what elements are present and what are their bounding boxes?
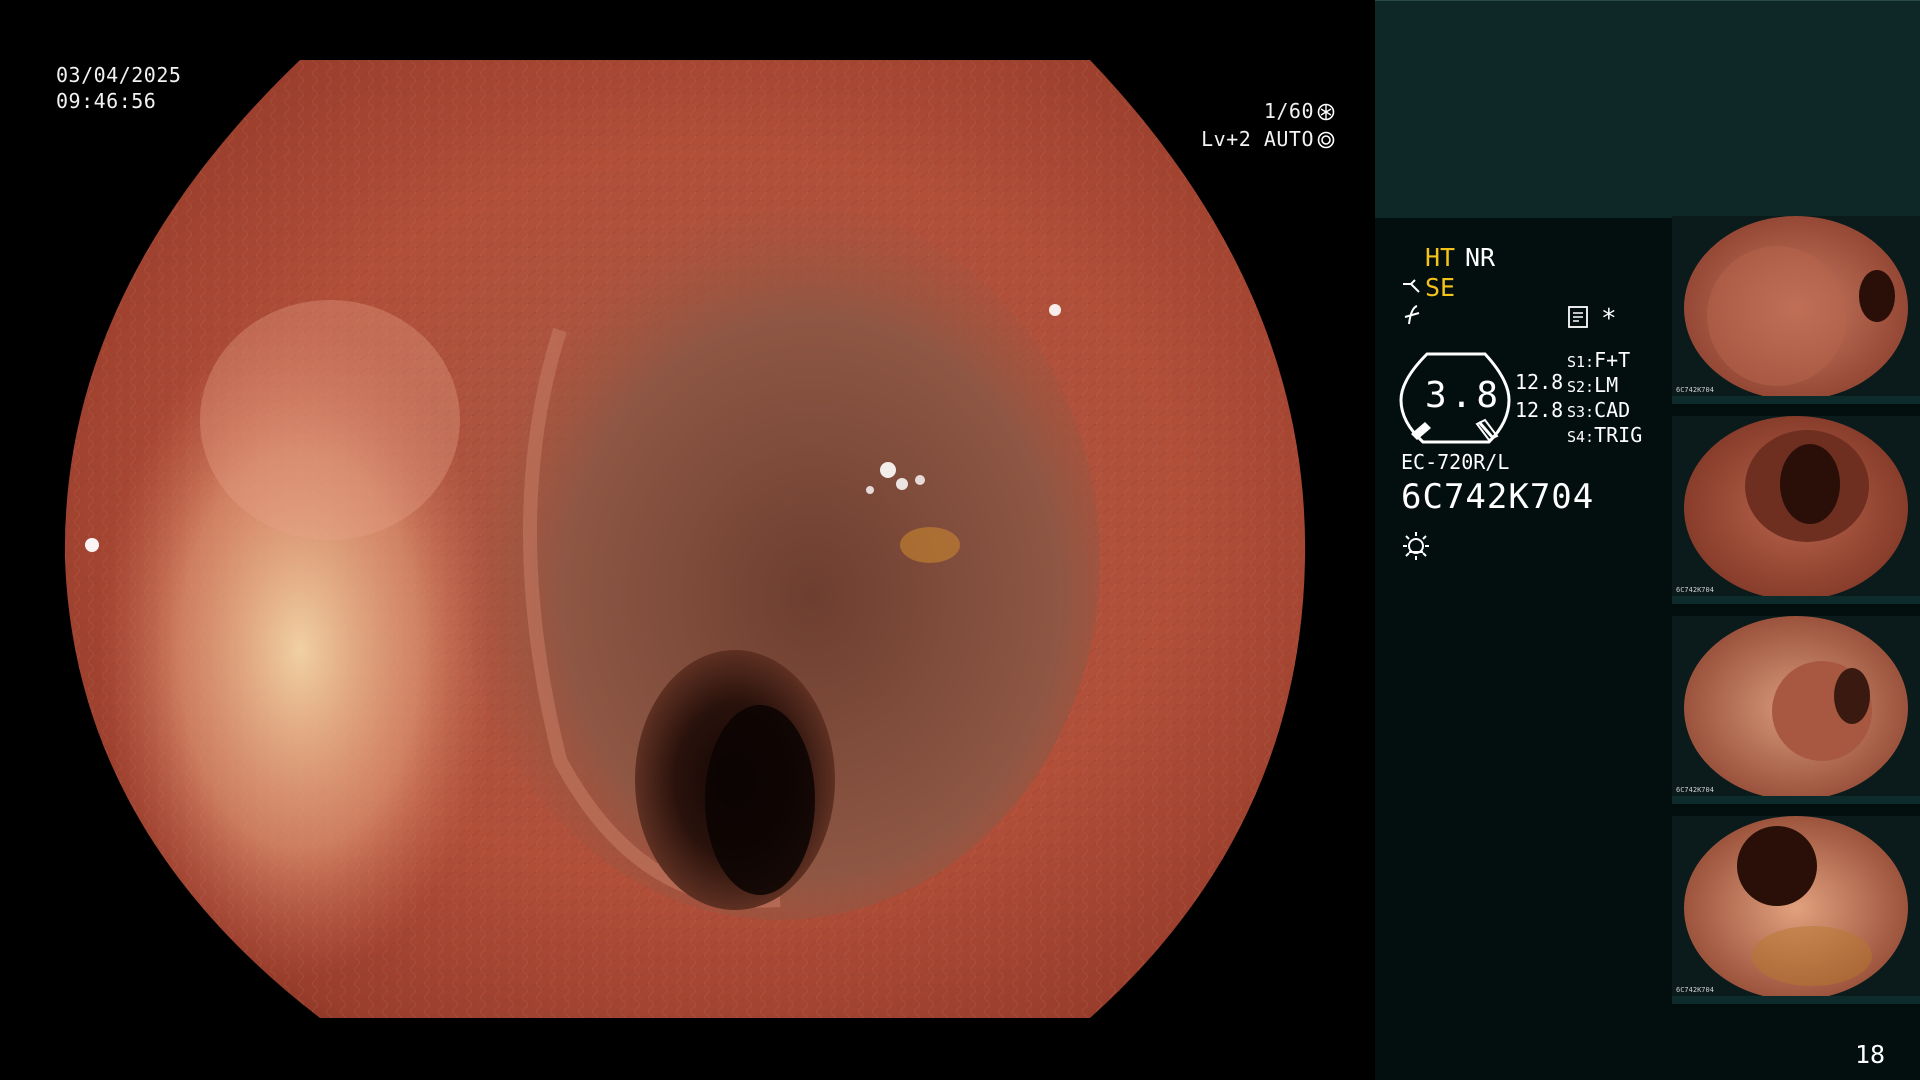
gauge-bottom: 12.8 — [1515, 398, 1564, 422]
record-icon — [1568, 306, 1588, 328]
shutter-readout: 1/60 — [1264, 98, 1335, 124]
exam-date: 03/04/2025 — [56, 63, 182, 87]
thumbnail-3-bar — [1672, 796, 1920, 804]
thumbnail-2-bar — [1672, 596, 1920, 604]
switch-3-key: S3: — [1567, 403, 1595, 421]
switch-1-value: F+T — [1594, 348, 1631, 372]
thumbnail-4[interactable]: 6C742K704 — [1672, 816, 1920, 1004]
switch-2-key: S2: — [1567, 378, 1595, 396]
thumbnail-3-image — [1684, 616, 1908, 800]
switch-3-value: CAD — [1594, 398, 1631, 422]
thumbnail-3[interactable]: 6C742K704 — [1672, 616, 1920, 804]
panel-header — [1375, 0, 1920, 218]
thumbnail-4-bar — [1672, 996, 1920, 1004]
gauge-top: 12.8 — [1515, 370, 1564, 394]
scope-serial: 6C742K704 — [1401, 477, 1595, 517]
switch-1-key: S1: — [1567, 353, 1595, 371]
level-value: Lv+2 AUTO — [1201, 127, 1314, 151]
thumbnail-2-image — [1684, 416, 1908, 600]
star-indicator: * — [1601, 304, 1617, 334]
thumbnail-1-bar — [1672, 396, 1920, 404]
scope-model: EC-720R/L — [1401, 450, 1510, 474]
ht-indicator: HT — [1425, 243, 1456, 272]
zoom-value: 3.8 — [1425, 375, 1503, 416]
thumbnail-1-label: 6C742K704 — [1676, 386, 1714, 394]
shutter-value: 1/60 — [1263, 99, 1314, 123]
thumbnail-2[interactable]: 6C742K704 — [1672, 416, 1920, 604]
switch-4: S4:TRIG — [1567, 423, 1642, 449]
switch-2: S2:LM — [1567, 373, 1618, 399]
enhancement-icon — [1404, 305, 1420, 325]
page-number: 18 — [1855, 1040, 1886, 1069]
auto-iris-icon — [1317, 131, 1335, 149]
light-source-icon — [1403, 532, 1429, 560]
exam-time: 09:46:56 — [56, 89, 157, 113]
switch-4-key: S4: — [1567, 428, 1595, 446]
thumbnail-1[interactable]: 6C742K704 — [1672, 216, 1920, 404]
structure-enhance-icon — [1403, 279, 1420, 293]
endoscope-view: 03/04/2025 09:46:56 1/60 Lv+2 AUTO — [0, 0, 1375, 1080]
endoscopic-image — [64, 60, 1306, 1018]
thumbnail-4-label: 6C742K704 — [1676, 986, 1714, 994]
brightness-level: Lv+2 AUTO — [1201, 126, 1335, 152]
se-indicator: SE — [1425, 273, 1456, 302]
switch-3: S3:CAD — [1567, 398, 1630, 424]
thumbnail-3-label: 6C742K704 — [1676, 786, 1714, 794]
thumbnail-1-image — [1684, 216, 1908, 400]
switch-2-value: LM — [1594, 373, 1619, 397]
switch-1: S1:F+T — [1567, 348, 1630, 374]
thumbnail-4-image — [1684, 816, 1908, 1000]
switch-4-value: TRIG — [1594, 423, 1643, 447]
aperture-icon — [1317, 103, 1335, 121]
thumbnail-2-label: 6C742K704 — [1676, 586, 1714, 594]
nr-indicator: NR — [1465, 243, 1496, 272]
